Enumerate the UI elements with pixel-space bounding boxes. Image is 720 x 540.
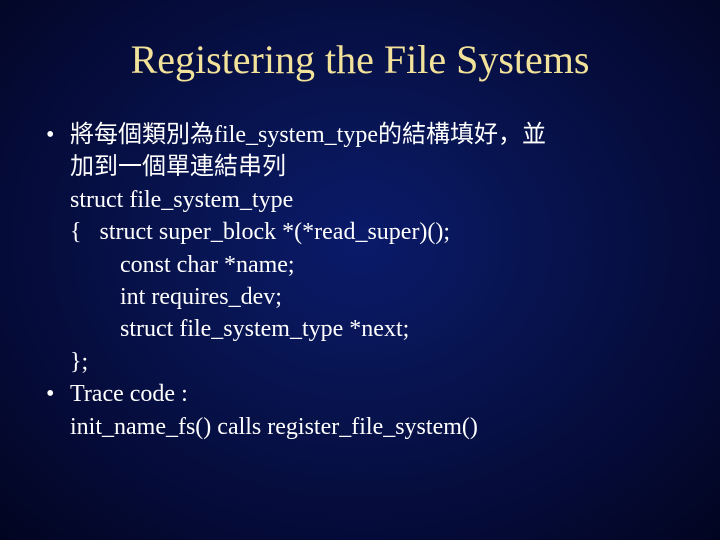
brace-open: { [70,219,82,245]
bullet-body-1: 將每個類別為file_system_type的結構填好，並 加到一個單連結串列 [70,119,680,184]
bullet-item-1: • 將每個類別為file_system_type的結構填好，並 加到一個單連結串… [40,119,680,184]
struct-field: const char *name; [70,249,680,281]
bullet-body-2: Trace code : init_name_fs() calls regist… [70,378,680,443]
struct-decl: struct file_system_type [40,184,680,216]
text-line: { struct super_block *(*read_super)(); [70,216,680,248]
struct-field: int requires_dev; [70,281,680,313]
text-line: 將每個類別為file_system_type的結構填好，並 [70,119,680,151]
slide-title: Registering the File Systems [40,36,680,83]
text-line: init_name_fs() calls register_file_syste… [70,411,680,443]
bullet-icon: • [40,378,70,410]
struct-body: { struct super_block *(*read_super)(); c… [40,216,680,378]
text-line: 加到一個單連結串列 [70,151,680,183]
text-line: Trace code : [70,378,680,410]
struct-field: struct file_system_type *next; [70,313,680,345]
slide: Registering the File Systems • 將每個類別為fil… [0,0,720,540]
bullet-icon: • [40,119,70,151]
bullet-item-2: • Trace code : init_name_fs() calls regi… [40,378,680,443]
brace-close: }; [70,346,680,378]
text-line: struct file_system_type [70,184,680,216]
struct-field: struct super_block *(*read_super)(); [100,219,451,245]
slide-content: • 將每個類別為file_system_type的結構填好，並 加到一個單連結串… [40,119,680,443]
